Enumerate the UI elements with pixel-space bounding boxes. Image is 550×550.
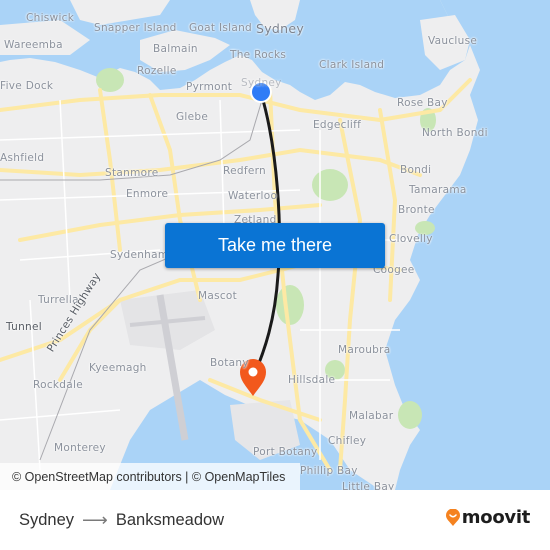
place-label: Chiswick: [26, 12, 75, 24]
place-label: Rockdale: [33, 379, 83, 391]
place-label: Rozelle: [137, 65, 177, 77]
place-label: Pyrmont: [186, 81, 233, 93]
place-label: Vaucluse: [428, 35, 478, 47]
place-label: Chifley: [328, 435, 367, 447]
place-label: Bondi: [400, 164, 432, 176]
origin-label: Sydney: [19, 511, 75, 529]
place-label: Little Bay: [342, 481, 395, 490]
map-canvas[interactable]: Chiswick Snapper Island Goat Island Sydn…: [0, 0, 550, 490]
place-label: Wareemba: [4, 39, 63, 51]
place-label: Rose Bay: [397, 97, 448, 109]
park: [312, 169, 348, 201]
place-label: Goat Island: [189, 22, 252, 34]
place-label: Monterey: [54, 442, 106, 454]
road-label: Tunnel: [6, 321, 42, 333]
place-label: Malabar: [349, 410, 394, 422]
place-label: Clovelly: [389, 233, 433, 245]
place-label: Enmore: [126, 188, 169, 200]
park: [398, 401, 422, 429]
place-label: Tamarama: [409, 184, 467, 196]
place-label: Clark Island: [319, 59, 385, 71]
place-label: Port Botany: [253, 446, 318, 458]
place-label: Ashfield: [0, 152, 45, 164]
place-label: Maroubra: [338, 344, 391, 356]
destination-label: Banksmeadow: [115, 511, 225, 529]
place-label: North Bondi: [422, 127, 488, 139]
take-me-there-button[interactable]: Take me there: [165, 223, 385, 268]
place-label: Bronte: [398, 204, 435, 216]
park: [276, 285, 304, 325]
place-label: Five Dock: [0, 80, 54, 92]
place-label: Balmain: [153, 43, 198, 55]
place-label: Snapper Island: [94, 22, 177, 34]
place-label: Edgecliff: [313, 119, 362, 131]
moovit-logo[interactable]: moovit: [445, 507, 531, 528]
place-label: Sydney: [241, 77, 282, 89]
place-label: Redfern: [223, 165, 266, 177]
place-label: Glebe: [176, 111, 209, 123]
place-label: Phillip Bay: [300, 465, 358, 477]
place-label: Sydenham: [110, 249, 169, 261]
place-label: Sydney: [256, 21, 305, 36]
moovit-pin-icon: [445, 508, 460, 526]
place-label: Stanmore: [105, 167, 159, 179]
place-label: The Rocks: [230, 49, 287, 61]
place-label: Waterloo: [228, 190, 278, 202]
map-attribution[interactable]: © OpenStreetMap contributors | © OpenMap…: [0, 463, 300, 490]
arrow-right-icon: ⟶: [82, 510, 108, 530]
place-label: Hillsdale: [288, 374, 336, 386]
route-title: Sydney ⟶ Banksmeadow: [19, 510, 224, 531]
place-label: Botany: [210, 357, 249, 369]
footer: Sydney ⟶ Banksmeadow moovit: [0, 490, 550, 550]
attribution-text[interactable]: © OpenStreetMap contributors | © OpenMap…: [12, 470, 285, 484]
place-label: Kyeemagh: [89, 362, 147, 374]
moovit-logo-text: moovit: [461, 507, 531, 528]
place-label: Mascot: [198, 290, 238, 302]
